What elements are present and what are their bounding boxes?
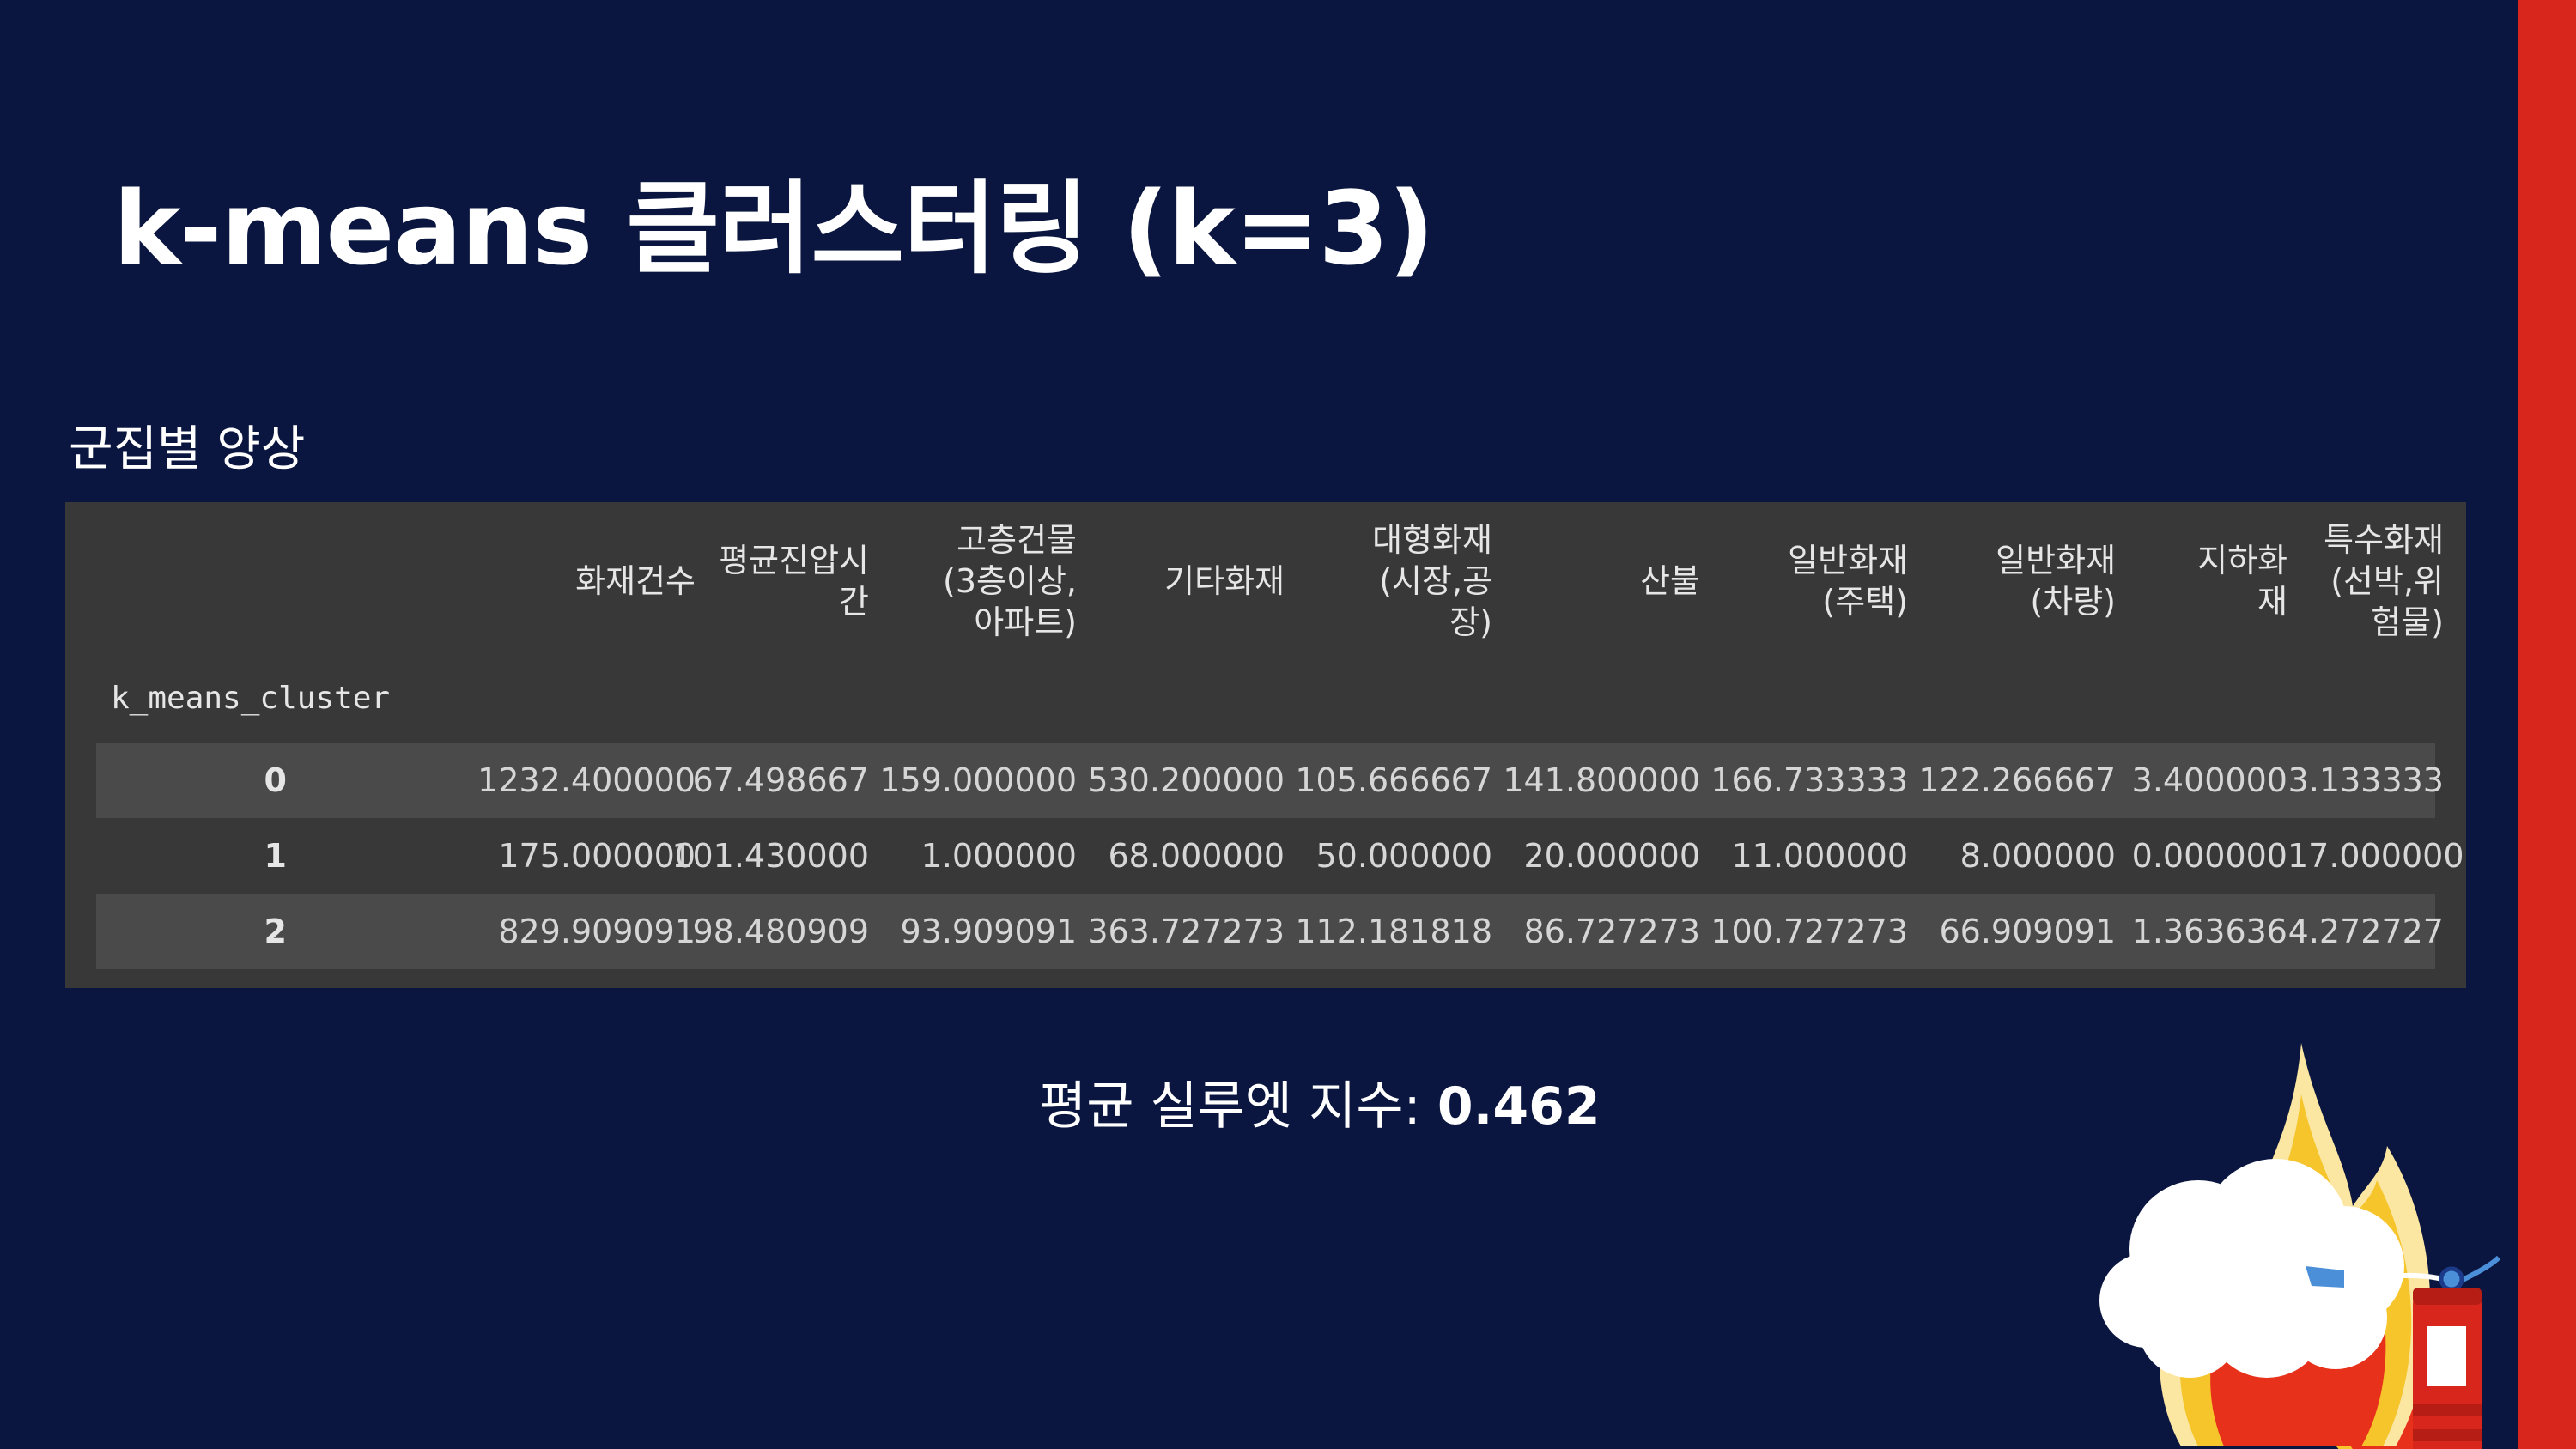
table-caption: 군집별 양상 bbox=[69, 421, 306, 477]
column-header: 대형화재 (시장,공 장) bbox=[1372, 521, 1492, 641]
column-header: 일반화재 (차량) bbox=[1996, 542, 2116, 621]
table-cell: 112.181818 bbox=[1295, 912, 1492, 950]
column-header: 기타화재 bbox=[1164, 562, 1285, 600]
table-cell: 66.909091 bbox=[1939, 912, 2117, 950]
table-cell: 363.727273 bbox=[1087, 912, 1285, 950]
table-cell: 122.266667 bbox=[1918, 761, 2116, 799]
table-cell: 86.727273 bbox=[1523, 912, 1701, 950]
row-index: 1 bbox=[264, 837, 287, 875]
table-cell: 1232.400000 bbox=[477, 761, 696, 799]
table-cell: 100.727273 bbox=[1710, 912, 1908, 950]
silhouette-value: 0.462 bbox=[1437, 1076, 1601, 1137]
column-header: 산불 bbox=[1640, 562, 1700, 600]
table-cell: 3.133333 bbox=[2287, 761, 2444, 799]
table-cell: 68.000000 bbox=[1108, 837, 1285, 875]
column-header: 평균진압시 간 bbox=[719, 542, 869, 621]
cluster-summary-table: 화재건수 평균진압시 간 고층건물 (3층이상, 아파트) 기타화재 대형화재 … bbox=[65, 502, 2466, 988]
table-cell: 530.200000 bbox=[1087, 761, 1285, 799]
table-cell: 829.909091 bbox=[498, 912, 696, 950]
table-cell: 159.000000 bbox=[879, 761, 1077, 799]
accent-bar bbox=[2518, 0, 2576, 1449]
table-cell: 11.000000 bbox=[1731, 837, 1909, 875]
table-cell: 93.909091 bbox=[900, 912, 1078, 950]
table-cell: 0.000000 bbox=[2131, 837, 2287, 875]
silhouette-label: 평균 실루엣 지수: bbox=[1039, 1076, 1421, 1137]
table-row: 2 829.909091 98.480909 93.909091 363.727… bbox=[96, 894, 2444, 969]
row-index: 2 bbox=[264, 912, 287, 950]
table-cell: 3.400000 bbox=[2131, 761, 2287, 799]
table-cell: 175.000000 bbox=[498, 837, 696, 875]
table-cell: 17.000000 bbox=[2287, 837, 2464, 875]
table-cell: 101.430000 bbox=[671, 837, 869, 875]
index-name-label: k_means_cluster bbox=[111, 681, 391, 716]
table-cell: 1.000000 bbox=[920, 837, 1077, 875]
column-header: 일반화재 (주택) bbox=[1788, 542, 1908, 621]
column-header: 화재건수 bbox=[575, 562, 696, 600]
table-cell: 141.800000 bbox=[1503, 761, 1700, 799]
table-cell: 20.000000 bbox=[1523, 837, 1701, 875]
table-cell: 166.733333 bbox=[1710, 761, 1908, 799]
table-cell: 8.000000 bbox=[1959, 837, 2116, 875]
table-row: 1 175.000000 101.430000 1.000000 68.0000… bbox=[96, 818, 2464, 894]
table-cell: 50.000000 bbox=[1315, 837, 1493, 875]
slide-title: k-means 클러스터링 (k=3) bbox=[113, 169, 1435, 288]
column-header: 지하화 재 bbox=[2197, 542, 2287, 621]
table-cell: 105.666667 bbox=[1295, 761, 1492, 799]
table-cell: 1.363636 bbox=[2131, 912, 2287, 950]
table-cell: 98.480909 bbox=[692, 912, 870, 950]
column-header: 고층건물 (3층이상, 아파트) bbox=[943, 521, 1077, 641]
table-cell: 4.272727 bbox=[2287, 912, 2444, 950]
fire-extinguisher-flames-icon bbox=[2099, 1043, 2501, 1449]
column-header: 특수화재 (선박,위 험물) bbox=[2324, 521, 2444, 641]
table-cell: 67.498667 bbox=[692, 761, 870, 799]
row-index: 0 bbox=[264, 761, 287, 799]
table-row: 0 1232.400000 67.498667 159.000000 530.2… bbox=[96, 743, 2444, 818]
silhouette-score: 평균 실루엣 지수: 0.462 bbox=[1039, 1064, 1601, 1139]
